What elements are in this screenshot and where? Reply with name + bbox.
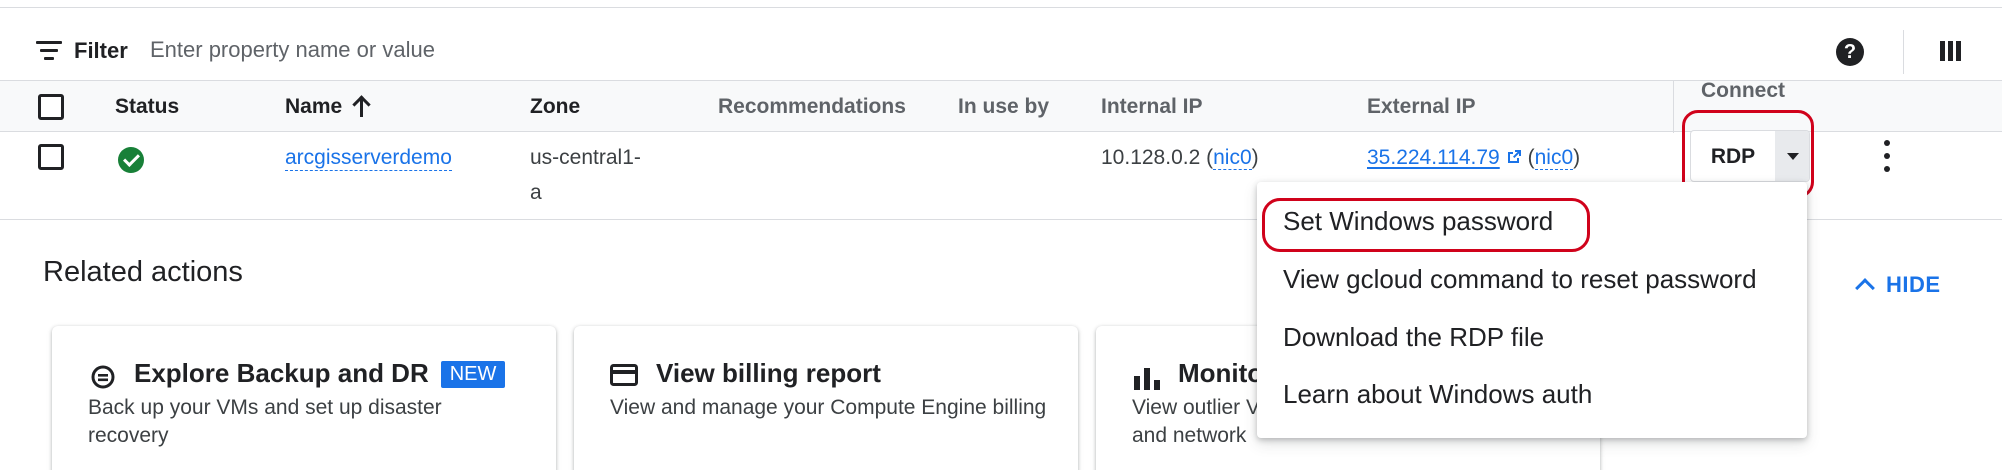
more-actions-icon[interactable] [1880, 140, 1894, 176]
instance-name-link[interactable]: arcgisserverdemo [285, 146, 452, 171]
column-header-name[interactable]: Name [285, 95, 368, 119]
filter-icon[interactable] [36, 41, 62, 61]
paren-open: ( [1527, 146, 1535, 169]
rdp-dropdown-arrow-icon[interactable] [1775, 131, 1809, 181]
column-header-recommendations[interactable]: Recommendations [718, 95, 906, 119]
billing-report-card[interactable]: View billing report View and manage your… [574, 326, 1078, 470]
select-all-checkbox[interactable] [38, 94, 64, 120]
menu-item-view-gcloud-command[interactable]: View gcloud command to reset password [1283, 264, 1757, 295]
rdp-options-menu: Set Windows password View gcloud command… [1257, 182, 1807, 438]
help-icon[interactable]: ? [1836, 38, 1864, 66]
filter-input[interactable] [150, 32, 850, 68]
column-header-status[interactable]: Status [115, 95, 179, 119]
internal-nic-link[interactable]: nic0 [1213, 146, 1252, 170]
column-header-zone[interactable]: Zone [530, 95, 580, 119]
paren-close: ) [1573, 146, 1581, 169]
card-title: View billing report [656, 358, 881, 388]
filter-label[interactable]: Filter [74, 38, 128, 64]
table-header: Status Name Zone Recommendations In use … [0, 79, 2002, 133]
menu-item-learn-windows-auth[interactable]: Learn about Windows auth [1283, 379, 1592, 410]
chevron-up-icon [1855, 278, 1875, 298]
card-title-text: Explore Backup and DR [134, 358, 429, 388]
card-title: Monito [1178, 358, 1264, 388]
new-badge: NEW [440, 361, 506, 388]
column-header-internal-ip[interactable]: Internal IP [1101, 95, 1203, 119]
bar-chart-icon [1134, 368, 1160, 390]
hide-related-button[interactable]: HIDE [1855, 272, 1941, 298]
open-in-new-icon[interactable] [1506, 149, 1522, 165]
zone-value: us-central1- [530, 146, 641, 169]
paren-close: ) [1251, 146, 1259, 169]
column-header-name-label: Name [285, 95, 343, 118]
rdp-button-label[interactable]: RDP [1691, 131, 1775, 181]
column-divider [1673, 81, 1674, 133]
menu-item-download-rdp-file[interactable]: Download the RDP file [1283, 322, 1544, 353]
filter-bar: Filter ? [0, 8, 2002, 80]
external-nic-link[interactable]: nic0 [1534, 146, 1574, 170]
billing-card-icon [610, 364, 638, 386]
backup-dr-card[interactable]: Explore Backup and DR NEW Back up your VM… [52, 326, 556, 470]
internal-ip-value: 10.128.0.2 [1101, 146, 1201, 169]
menu-item-set-windows-password[interactable]: Set Windows password [1283, 206, 1553, 237]
toolbar-divider [1903, 30, 1904, 74]
column-display-icon[interactable] [1940, 41, 1962, 61]
column-header-in-use-by[interactable]: In use by [958, 95, 1049, 119]
card-description: View and manage your Compute Engine bill… [610, 396, 1047, 419]
backup-icon [91, 365, 115, 389]
status-running-icon [118, 147, 144, 173]
zone-value-wrap: a [530, 181, 542, 204]
related-actions-title: Related actions [43, 256, 243, 288]
hide-label: HIDE [1886, 272, 1941, 297]
external-ip-cell: 35.224.114.79 (nic0) [1367, 146, 1580, 170]
sort-ascending-icon[interactable] [354, 95, 368, 117]
internal-ip-cell: 10.128.0.2 (nic0) [1101, 146, 1259, 170]
column-header-external-ip[interactable]: External IP [1367, 95, 1476, 119]
column-header-connect[interactable]: Connect [1701, 79, 1785, 103]
row-select-checkbox[interactable] [38, 144, 64, 170]
rdp-connect-button[interactable]: RDP [1690, 130, 1810, 182]
card-description: Back up your VMs and set up disaster rec… [88, 396, 442, 447]
external-ip-link[interactable]: 35.224.114.79 [1367, 146, 1500, 169]
card-title: Explore Backup and DR NEW [134, 358, 506, 389]
